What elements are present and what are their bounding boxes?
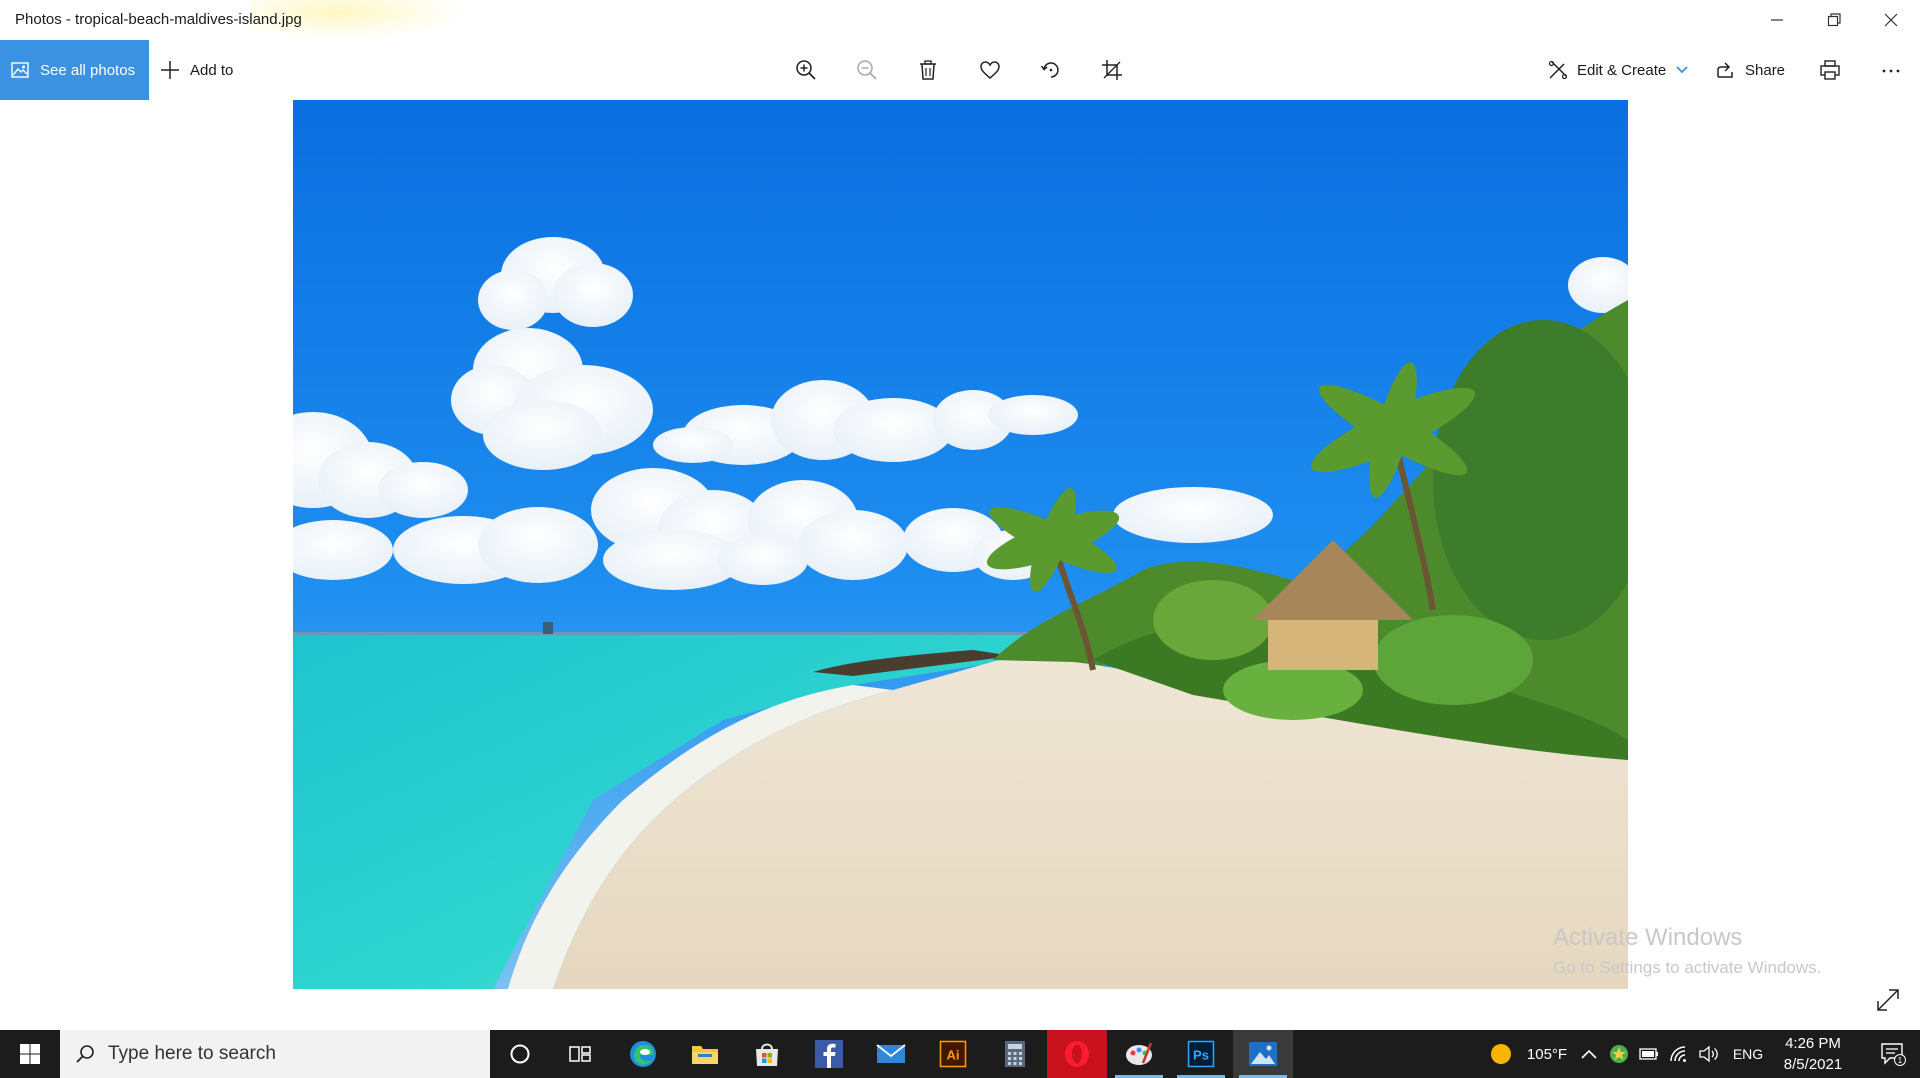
plus-icon	[160, 60, 180, 80]
photo-viewer-image[interactable]	[293, 100, 1628, 989]
restore-icon	[1827, 13, 1841, 27]
crop-icon	[1102, 60, 1122, 80]
wifi-icon	[1670, 1046, 1686, 1062]
chevron-up-icon	[1581, 1049, 1597, 1059]
minimize-icon	[1771, 19, 1783, 21]
notification-icon: 1	[1881, 1043, 1906, 1066]
gallery-icon	[11, 61, 29, 79]
print-button[interactable]	[1810, 50, 1850, 90]
tray-app-icon[interactable]	[1606, 1030, 1632, 1078]
facebook-icon	[815, 1040, 843, 1068]
facebook-app[interactable]	[799, 1030, 859, 1078]
edit-create-button[interactable]: Edit & Create	[1548, 40, 1688, 100]
security-icon	[1610, 1045, 1628, 1063]
close-button[interactable]	[1863, 0, 1919, 40]
windows-logo-icon	[20, 1044, 40, 1064]
network-button[interactable]	[1666, 1030, 1692, 1078]
calculator-icon	[1005, 1041, 1025, 1067]
favorite-button[interactable]	[970, 50, 1010, 90]
share-icon	[1716, 60, 1736, 80]
zoom-in-button[interactable]	[786, 50, 826, 90]
start-button[interactable]	[0, 1030, 60, 1078]
activate-windows-subtitle: Go to Settings to activate Windows.	[1553, 958, 1822, 977]
store-icon	[756, 1043, 778, 1066]
see-all-photos-label: See all photos	[40, 61, 136, 79]
share-label: Share	[1745, 61, 1786, 79]
add-to-label: Add to	[190, 61, 234, 79]
illustrator-app[interactable]: Ai	[923, 1030, 983, 1078]
show-hidden-icons-button[interactable]	[1576, 1030, 1602, 1078]
beach-photo	[293, 100, 1628, 989]
activate-windows-title: Activate Windows	[1553, 924, 1743, 951]
share-button[interactable]: Share	[1716, 40, 1785, 100]
taskbar: Type here to search Ai Ps 105°F ENG 4:26…	[0, 1030, 1920, 1078]
expand-icon	[1877, 989, 1899, 1011]
task-view-button[interactable]	[550, 1030, 610, 1078]
taskbar-clock[interactable]: 4:26 PM 8/5/2021	[1758, 1033, 1868, 1075]
cortana-button[interactable]	[490, 1030, 550, 1078]
notification-count: 1	[1898, 1056, 1903, 1065]
volume-button[interactable]	[1696, 1030, 1722, 1078]
calculator-app[interactable]	[985, 1030, 1045, 1078]
close-icon	[1884, 13, 1898, 27]
weather-temp: 105°F	[1526, 1045, 1568, 1063]
title-bar: Photos - tropical-beach-maldives-island.…	[0, 0, 1920, 40]
speaker-icon	[1699, 1045, 1718, 1063]
photos-app[interactable]	[1233, 1030, 1293, 1078]
folder-icon	[692, 1046, 718, 1064]
delete-button[interactable]	[908, 50, 948, 90]
photoshop-icon: Ps	[1187, 1040, 1215, 1068]
crop-button[interactable]	[1092, 50, 1132, 90]
zoom-in-icon	[796, 60, 816, 80]
zoom-out-button[interactable]	[847, 50, 887, 90]
activate-windows-watermark: Activate Windows Go to Settings to activ…	[1553, 924, 1821, 978]
edit-create-icon	[1548, 60, 1568, 80]
clock-date: 8/5/2021	[1783, 1056, 1843, 1073]
mail-app[interactable]	[861, 1030, 921, 1078]
heart-icon	[980, 61, 1000, 79]
photos-app-window: Photos - tropical-beach-maldives-island.…	[0, 0, 1920, 1078]
store-app[interactable]	[737, 1030, 797, 1078]
search-placeholder: Type here to search	[108, 1043, 276, 1064]
search-icon	[75, 1044, 95, 1064]
opera-app[interactable]	[1047, 1030, 1107, 1078]
minimize-button[interactable]	[1749, 0, 1805, 40]
add-to-button[interactable]: Add to	[160, 40, 233, 100]
battery-icon	[1639, 1048, 1658, 1060]
more-icon	[1882, 69, 1900, 73]
paint-app[interactable]	[1109, 1030, 1169, 1078]
file-explorer-app[interactable]	[675, 1030, 735, 1078]
mail-icon	[876, 1044, 906, 1063]
clock-time: 4:26 PM	[1785, 1035, 1841, 1052]
more-options-button[interactable]	[1871, 50, 1911, 90]
rotate-button[interactable]	[1031, 50, 1071, 90]
illustrator-icon: Ai	[939, 1040, 967, 1068]
action-center-button[interactable]: 1	[1866, 1030, 1920, 1078]
sun-icon	[1490, 1044, 1511, 1064]
window-title: Photos - tropical-beach-maldives-island.…	[15, 11, 302, 28]
toolbar: See all photos Add to Edit & Create Shar…	[0, 40, 1920, 100]
chevron-down-icon	[1676, 66, 1688, 74]
task-view-icon	[569, 1046, 591, 1062]
print-icon	[1820, 60, 1840, 80]
edge-icon	[630, 1041, 656, 1067]
see-all-photos-button[interactable]: See all photos	[0, 40, 149, 100]
cortana-icon	[510, 1044, 530, 1064]
opera-icon	[1065, 1041, 1089, 1067]
weather-widget[interactable]: 105°F	[1473, 1030, 1583, 1078]
zoom-out-icon	[857, 60, 877, 80]
taskbar-search-box[interactable]: Type here to search	[60, 1030, 490, 1078]
photoshop-app[interactable]: Ps	[1171, 1030, 1231, 1078]
restore-button[interactable]	[1806, 0, 1862, 40]
photos-icon	[1249, 1042, 1277, 1066]
trash-icon	[920, 60, 936, 80]
battery-button[interactable]	[1636, 1030, 1662, 1078]
paint-icon	[1126, 1042, 1153, 1065]
svg-text:Ps: Ps	[1193, 1048, 1209, 1063]
rotate-icon	[1040, 62, 1059, 78]
edit-create-label: Edit & Create	[1577, 61, 1667, 79]
svg-text:Ai: Ai	[947, 1048, 960, 1063]
edge-app[interactable]	[613, 1030, 673, 1078]
fullscreen-button[interactable]	[1874, 986, 1902, 1014]
